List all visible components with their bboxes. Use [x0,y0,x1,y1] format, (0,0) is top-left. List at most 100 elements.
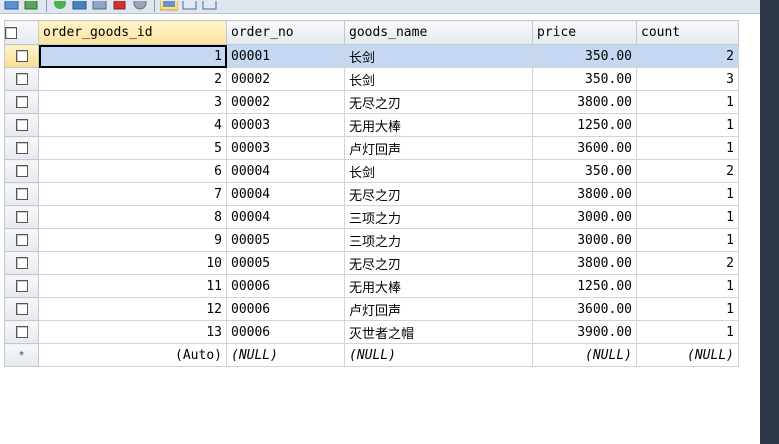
row-checkbox-cell[interactable] [4,159,39,183]
column-header-order-goods-id[interactable]: order_goods_id [38,20,227,45]
cell-order-goods-id[interactable]: 13 [38,320,227,344]
cell-price[interactable]: 350.00 [532,67,637,91]
cell-count[interactable]: 1 [636,205,739,229]
row-checkbox-cell[interactable] [4,90,39,114]
cell-order-goods-id[interactable]: 3 [38,90,227,114]
add-row-icon[interactable] [52,0,68,10]
cell-price[interactable]: 3800.00 [532,90,637,114]
cell-order-goods-id[interactable]: 7 [38,182,227,206]
cell-count[interactable]: 2 [636,44,739,68]
table-row[interactable]: 8 00004 三项之力 3000.00 1 [4,205,739,229]
cell-goods-name[interactable]: 三项之力 [344,205,533,229]
row-checkbox-cell[interactable] [4,251,39,275]
cell-price[interactable]: 3000.00 [532,205,637,229]
cell-order-no[interactable]: 00006 [226,320,345,344]
cell-count[interactable]: 2 [636,159,739,183]
cell-order-goods-id[interactable]: 10 [38,251,227,275]
row-checkbox-cell[interactable] [4,274,39,298]
cell-order-goods-id[interactable]: 8 [38,205,227,229]
grid-view-icon[interactable] [4,0,20,10]
save-icon[interactable] [72,0,88,10]
cell-price[interactable]: 1250.00 [532,113,637,137]
row-checkbox[interactable] [15,119,28,131]
cell-goods-name[interactable]: 长剑 [344,67,533,91]
cell-new-goods-name[interactable]: (NULL) [344,343,533,367]
row-checkbox[interactable] [15,142,28,154]
export-icon[interactable] [24,0,40,10]
cell-order-goods-id[interactable]: 11 [38,274,227,298]
table-row[interactable]: 4 00003 无用大棒 1250.00 1 [4,113,739,137]
cell-price[interactable]: 3600.00 [532,297,637,321]
cell-order-no[interactable]: 00005 [226,251,345,275]
cell-count[interactable]: 1 [636,297,739,321]
row-checkbox[interactable] [15,96,28,108]
cell-order-goods-id[interactable]: 9 [38,228,227,252]
text-view-icon[interactable] [202,0,218,10]
row-checkbox[interactable] [15,50,28,62]
row-checkbox-cell[interactable] [4,113,39,137]
row-checkbox[interactable] [15,165,28,177]
cell-order-no[interactable]: 00003 [226,136,345,160]
cell-price[interactable]: 1250.00 [532,274,637,298]
cell-goods-name[interactable]: 长剑 [344,44,533,68]
row-checkbox-cell[interactable] [4,136,39,160]
table-row[interactable]: 10 00005 无尽之刃 3800.00 2 [4,251,739,275]
table-row[interactable]: 1 00001 长剑 350.00 2 [4,44,739,68]
cell-goods-name[interactable]: 灭世者之帽 [344,320,533,344]
row-checkbox-cell[interactable] [4,320,39,344]
row-checkbox[interactable] [15,303,28,315]
cell-count[interactable]: 2 [636,251,739,275]
cell-count[interactable]: 1 [636,113,739,137]
cell-order-no[interactable]: 00005 [226,228,345,252]
row-checkbox[interactable] [15,73,28,85]
table-row[interactable]: 11 00006 无用大棒 1250.00 1 [4,274,739,298]
cell-new-price[interactable]: (NULL) [532,343,637,367]
cell-order-goods-id[interactable]: 12 [38,297,227,321]
cell-goods-name[interactable]: 卢灯回声 [344,297,533,321]
row-checkbox[interactable] [15,211,28,223]
cell-order-no[interactable]: 00006 [226,274,345,298]
image-icon[interactable] [92,0,108,10]
cell-count[interactable]: 1 [636,228,739,252]
new-row[interactable]: * (Auto) (NULL) (NULL) (NULL) (NULL) [4,343,739,367]
table-view-icon[interactable] [159,0,179,11]
row-checkbox[interactable] [15,280,28,292]
cell-order-no[interactable]: 00004 [226,159,345,183]
column-header-goods-name[interactable]: goods_name [344,20,533,45]
row-checkbox-cell[interactable] [4,182,39,206]
cell-goods-name[interactable]: 长剑 [344,159,533,183]
cell-price[interactable]: 3800.00 [532,251,637,275]
cell-order-no[interactable]: 00002 [226,67,345,91]
cell-new-order-no[interactable]: (NULL) [226,343,345,367]
cell-order-no[interactable]: 00006 [226,297,345,321]
row-checkbox-cell[interactable] [4,228,39,252]
cell-price[interactable]: 3600.00 [532,136,637,160]
select-all-checkbox-cell[interactable] [4,20,39,45]
cell-order-no[interactable]: 00004 [226,205,345,229]
table-row[interactable]: 9 00005 三项之力 3000.00 1 [4,228,739,252]
cell-price[interactable]: 3000.00 [532,228,637,252]
cell-order-goods-id[interactable]: 2 [38,67,227,91]
cell-count[interactable]: 1 [636,136,739,160]
cell-order-goods-id[interactable]: 6 [38,159,227,183]
cell-goods-name[interactable]: 卢灯回声 [344,136,533,160]
table-row[interactable]: 6 00004 长剑 350.00 2 [4,159,739,183]
cell-count[interactable]: 1 [636,90,739,114]
cell-count[interactable]: 3 [636,67,739,91]
cell-price[interactable]: 3800.00 [532,182,637,206]
cell-order-goods-id[interactable]: 5 [38,136,227,160]
cell-goods-name[interactable]: 无尽之刃 [344,251,533,275]
cell-count[interactable]: 1 [636,320,739,344]
cell-order-no[interactable]: 00001 [226,44,345,68]
column-header-order-no[interactable]: order_no [226,20,345,45]
table-row[interactable]: 12 00006 卢灯回声 3600.00 1 [4,297,739,321]
cell-order-no[interactable]: 00004 [226,182,345,206]
table-row[interactable]: 3 00002 无尽之刃 3800.00 1 [4,90,739,114]
cell-price[interactable]: 3900.00 [532,320,637,344]
cell-count[interactable]: 1 [636,274,739,298]
row-checkbox[interactable] [15,188,28,200]
row-checkbox[interactable] [15,257,28,269]
cell-goods-name[interactable]: 无尽之刃 [344,182,533,206]
select-all-checkbox[interactable] [5,26,17,39]
row-checkbox-cell[interactable] [4,44,39,68]
